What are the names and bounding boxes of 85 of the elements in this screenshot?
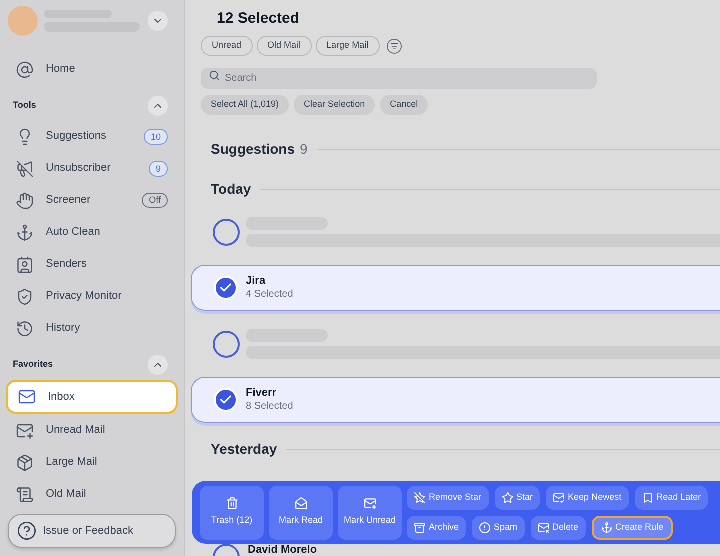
sidebar-label: Privacy Monitor [46, 289, 123, 304]
sidebar-label: Unsubscriber [46, 161, 112, 176]
status-badge: Off [142, 193, 168, 208]
section-heading: Tools [13, 99, 36, 112]
sidebar-label: Large Mail [46, 455, 98, 470]
mail-plus-icon [364, 497, 376, 510]
filter-icon[interactable] [386, 38, 402, 54]
sidebar-item[interactable]: Auto Clean [6, 217, 178, 248]
selection-button[interactable]: Select All (1,019) [201, 95, 290, 115]
sidebar-label: Senders [46, 257, 88, 272]
filter-chip[interactable]: Old Mail [256, 36, 312, 56]
star-icon [502, 492, 514, 504]
count-badge: 9 [148, 160, 168, 176]
count-badge: 10 [144, 128, 168, 144]
trash-icon [226, 497, 238, 510]
sidebar-label: History [46, 321, 82, 336]
group-count: 9 [300, 140, 308, 158]
selection-button[interactable]: Cancel [380, 95, 428, 115]
history-icon [16, 320, 34, 338]
search-field[interactable]: Search [201, 68, 597, 89]
anchor-icon [16, 224, 34, 242]
sidebar-item[interactable]: Large Mail [6, 447, 178, 478]
sidebar-item[interactable]: History [6, 313, 178, 344]
mail-check-icon [553, 492, 566, 504]
shield-check-icon [16, 288, 34, 306]
archive-icon [414, 522, 426, 534]
sidebar-item[interactable]: Suggestions 10 [6, 121, 178, 152]
alert-icon [479, 522, 492, 534]
filter-chip[interactable]: Large Mail [316, 36, 380, 56]
toolbar-button[interactable]: Mark Unread [338, 486, 402, 540]
toolbar-button[interactable]: Keep Newest [546, 486, 629, 510]
group-heading: Yesterday [211, 440, 278, 459]
sidebar-item[interactable]: Senders [6, 249, 178, 280]
collapse-icon[interactable] [148, 355, 168, 375]
anchor-icon [600, 522, 613, 534]
sender-name: Jira [246, 274, 267, 288]
help-icon [17, 521, 37, 541]
sidebar-item[interactable]: Screener Off [6, 185, 178, 216]
sidebar-item[interactable]: Unread Mail [6, 415, 178, 446]
hand-icon [16, 192, 34, 210]
section-heading: Favorites [13, 358, 54, 372]
selected-count: 4 Selected [246, 288, 294, 302]
group-heading: Today [211, 180, 252, 199]
sidebar-item[interactable]: Privacy Monitor [6, 281, 178, 312]
sidebar-item[interactable]: Unsubscriber 9 [6, 153, 178, 184]
star-off-icon [414, 492, 426, 504]
page-title: 12 Selected [217, 10, 301, 28]
sender-name: David Morelo [248, 544, 318, 556]
collapse-icon[interactable] [148, 96, 168, 116]
sidebar-item[interactable]: Inbox [6, 380, 178, 414]
toolbar-button[interactable]: Archive [407, 516, 466, 540]
sidebar-label: Suggestions [46, 129, 108, 144]
open-mail-icon [294, 497, 308, 510]
expand-icon[interactable] [148, 11, 168, 31]
filter-chip[interactable]: Unread [201, 36, 253, 56]
toolbar-button[interactable]: Read Later [634, 486, 708, 510]
sidebar-label: Screener [46, 193, 92, 208]
contact-card-icon [16, 256, 34, 274]
mail-icon [18, 388, 36, 406]
feedback-button[interactable]: Issue or Feedback [8, 514, 176, 548]
selected-count: 8 Selected [246, 400, 294, 414]
toolbar-button[interactable]: Delete [530, 516, 586, 540]
at-sign-icon [16, 60, 34, 78]
scroll-icon [16, 486, 34, 504]
toolbar-button[interactable]: Star [494, 486, 540, 510]
toolbar-button[interactable]: Remove Star [407, 486, 489, 510]
sender-name: Fiverr [246, 386, 278, 400]
mail-plus-icon [16, 422, 34, 440]
bookmark-icon [642, 492, 654, 504]
mail-x-icon [538, 522, 550, 534]
search-icon [209, 70, 220, 81]
muted-megaphone-icon [16, 160, 34, 178]
sidebar-label: Unread Mail [46, 423, 106, 438]
selection-button[interactable]: Clear Selection [294, 95, 376, 115]
sidebar-label: Auto Clean [46, 225, 102, 240]
sidebar-label: Inbox [48, 390, 76, 405]
sidebar-label: Old Mail [46, 487, 88, 502]
toolbar-button[interactable]: Trash (12) [200, 486, 264, 540]
sidebar-item[interactable]: Home [6, 54, 178, 85]
group-heading: Suggestions [211, 140, 296, 159]
toolbar-button[interactable]: Spam [472, 516, 525, 540]
sidebar-item[interactable]: Old Mail [6, 479, 178, 510]
sidebar-label: Home [46, 62, 76, 78]
package-icon [16, 454, 34, 472]
toolbar-button[interactable]: Mark Read [269, 486, 333, 540]
